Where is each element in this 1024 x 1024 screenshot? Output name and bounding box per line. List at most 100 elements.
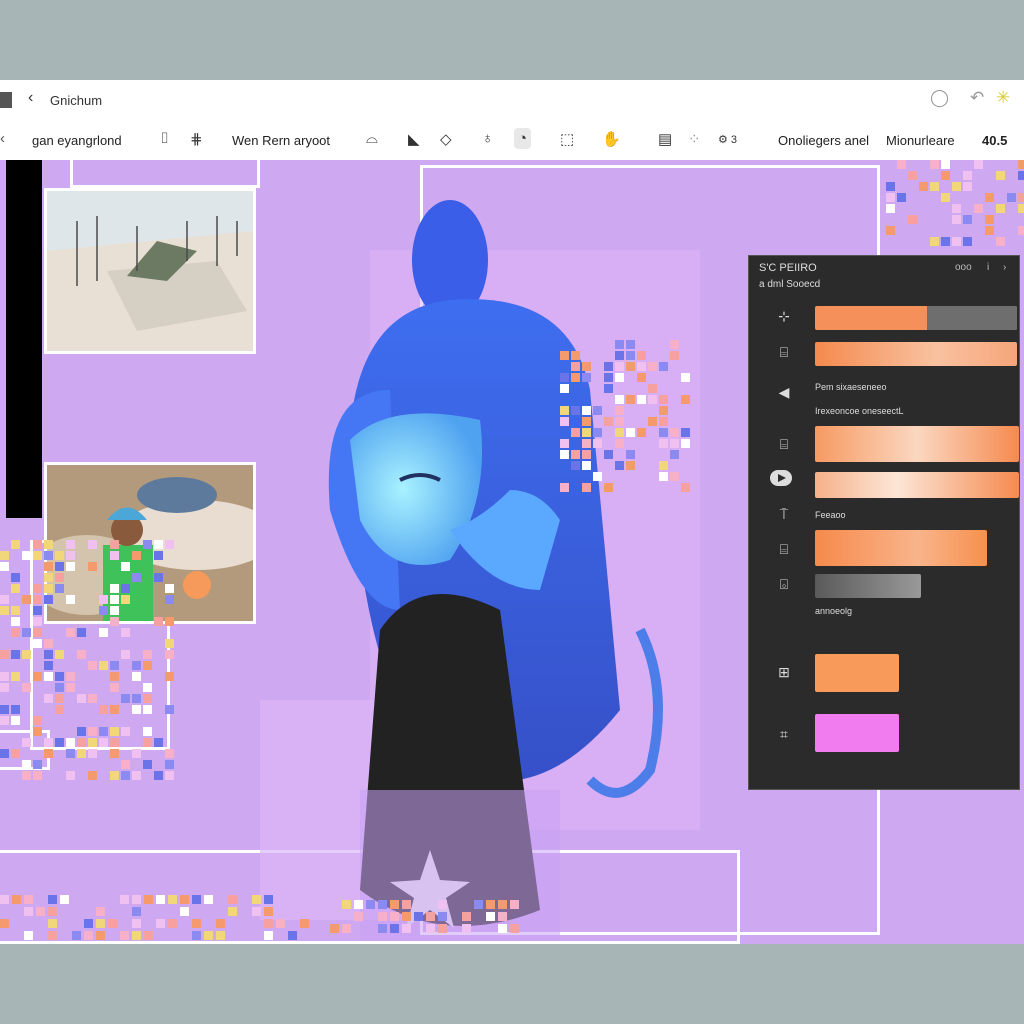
pixel-block — [132, 661, 141, 670]
gradient-swatch-1[interactable] — [815, 306, 1017, 330]
panel-title: S'C PEIIRO — [759, 262, 817, 274]
toolbar-label-mid[interactable]: Wen Rern aryoot — [232, 133, 330, 148]
zoom-level[interactable]: 40.5 — [982, 133, 1007, 148]
pixel-block — [44, 562, 53, 571]
export-icon[interactable]: ⌺ — [775, 576, 793, 593]
collapse-icon[interactable]: › — [1003, 262, 1006, 273]
pixel-block — [55, 650, 64, 659]
refresh-icon[interactable]: ◯ — [930, 88, 949, 108]
grid-icon[interactable]: ⋕ — [190, 130, 203, 148]
pixel-block — [276, 919, 285, 928]
pixel-block — [604, 373, 613, 382]
pixel-block — [941, 160, 950, 169]
pixel-block — [593, 472, 602, 481]
pixel-block — [648, 384, 657, 393]
pixel-block — [510, 924, 519, 933]
sparkle-icon[interactable]: ✳ — [996, 88, 1010, 108]
pixel-block — [144, 931, 153, 940]
shape-icon[interactable]: ◇ — [440, 130, 452, 148]
gradient-swatch-6[interactable] — [815, 574, 921, 598]
gradient-swatch-3[interactable] — [815, 426, 1019, 462]
pixel-block — [560, 450, 569, 459]
pixel-block — [604, 362, 613, 371]
pixel-block — [648, 362, 657, 371]
pixel-block — [96, 907, 105, 916]
pixel-block — [11, 573, 20, 582]
pixel-block — [560, 417, 569, 426]
pixel-block — [659, 439, 668, 448]
pointer-icon[interactable]: ◀ — [775, 384, 793, 401]
text-icon[interactable]: ⍑ — [775, 506, 793, 523]
layers-icon[interactable]: ▤ — [658, 130, 672, 148]
share-icon[interactable]: ↶ — [970, 88, 984, 108]
pixel-block — [108, 919, 117, 928]
pixel-block — [886, 182, 895, 191]
fill-icon[interactable]: ◣ — [408, 130, 420, 148]
pixel-block — [342, 900, 351, 909]
color-swatch-magenta[interactable] — [815, 714, 899, 752]
transform-icon[interactable]: ⬚ — [560, 130, 574, 148]
pixel-block — [88, 727, 97, 736]
pixel-block — [33, 760, 42, 769]
adjust-icon[interactable]: ⊞ — [775, 664, 793, 681]
cup-icon[interactable]: ⌓ — [366, 130, 378, 147]
layer-icon[interactable]: ⌸ — [775, 344, 793, 361]
pixel-block — [582, 483, 591, 492]
play-icon[interactable] — [770, 470, 792, 486]
toolbar-label-right-1[interactable]: Onoliegers anel — [778, 133, 869, 148]
pixel-block — [33, 551, 42, 560]
toolbar-label-left[interactable]: gan eyangrlond — [32, 133, 122, 148]
more-icon[interactable]: ooo — [955, 262, 972, 273]
pixel-block — [66, 738, 75, 747]
pixel-block — [571, 406, 580, 415]
pixel-block — [637, 428, 646, 437]
pixel-block — [121, 650, 130, 659]
pixel-block — [24, 907, 33, 916]
hand-icon[interactable]: ✋ — [602, 130, 621, 148]
gradient-swatch-4[interactable] — [815, 472, 1019, 498]
pixel-block — [165, 639, 174, 648]
pixel-block — [571, 450, 580, 459]
pixel-block — [121, 562, 130, 571]
frame-icon[interactable]: ⌸ — [775, 541, 793, 558]
pixel-block — [300, 919, 309, 928]
crop-icon[interactable]: ⌷ — [160, 130, 169, 147]
brush-icon[interactable]: ♁ — [482, 130, 493, 147]
character-illustration[interactable] — [240, 190, 760, 944]
color-swatch-orange[interactable] — [815, 654, 899, 692]
brush-tool-icon[interactable]: ⊹ — [775, 308, 793, 325]
pixel-block — [110, 661, 119, 670]
pixel-block — [48, 895, 57, 904]
gradient-swatch-2[interactable] — [815, 342, 1017, 366]
pixel-block — [626, 340, 635, 349]
dots-icon[interactable]: ⁘ — [688, 130, 701, 148]
pixel-block — [228, 907, 237, 916]
pixel-block — [560, 373, 569, 382]
pixel-block — [132, 705, 141, 714]
settings-icon[interactable]: ⚙ 3 — [718, 133, 737, 146]
pixel-block — [33, 639, 42, 648]
effects-icon[interactable]: ⌗ — [775, 726, 793, 743]
pixel-block — [626, 450, 635, 459]
pixel-block — [132, 573, 141, 582]
stamp-icon[interactable]: ⌸ — [775, 436, 793, 453]
window-title: Gnichum — [50, 93, 103, 108]
toolbar-label-right-2[interactable]: Mionurleare — [886, 133, 955, 148]
pixel-block — [0, 716, 9, 725]
pixel-block — [143, 540, 152, 549]
pixel-block — [84, 919, 93, 928]
pixel-block — [132, 749, 141, 758]
pixel-block — [88, 771, 97, 780]
info-icon[interactable]: i — [987, 262, 989, 273]
pixel-block — [438, 924, 447, 933]
pixel-block — [165, 760, 174, 769]
pixel-block — [96, 931, 105, 940]
landscape-thumbnail[interactable] — [44, 188, 256, 354]
pixel-block — [264, 931, 273, 940]
gradient-swatch-5[interactable] — [815, 530, 987, 566]
close-icon[interactable]: ‹ — [0, 130, 5, 147]
panel-label-3: Feeaoo — [815, 510, 846, 520]
lasso-icon[interactable]: ◔ — [514, 128, 532, 149]
pixel-block — [615, 395, 624, 404]
chevron-left-icon[interactable]: ‹ — [28, 89, 33, 107]
